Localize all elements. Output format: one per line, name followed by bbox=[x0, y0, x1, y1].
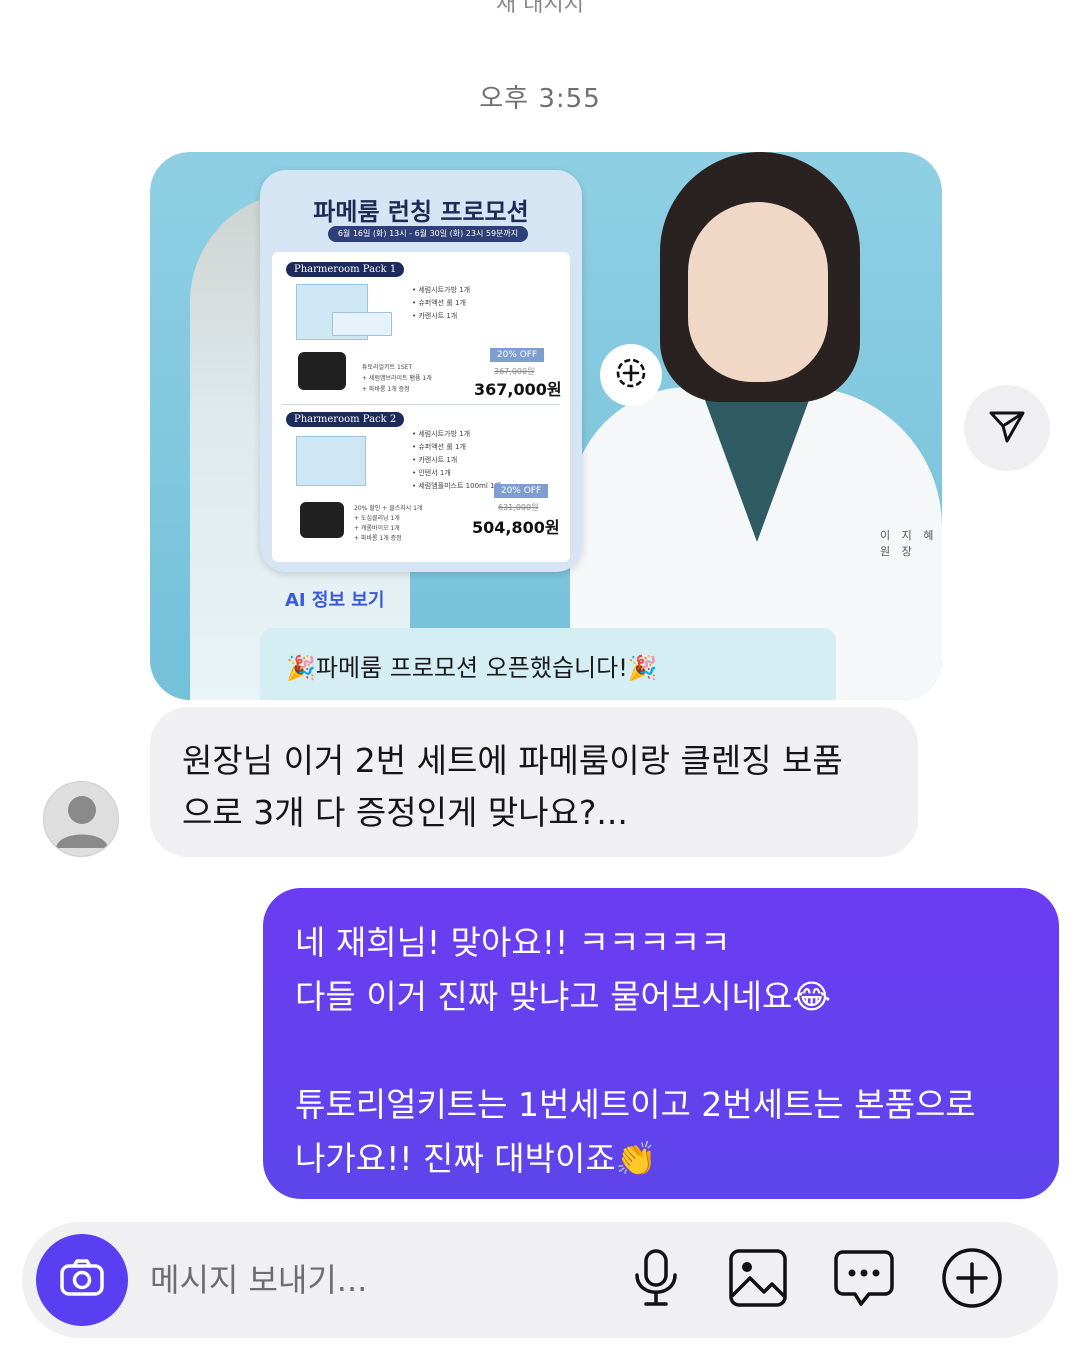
plus-circle-icon bbox=[941, 1247, 1003, 1313]
promo-title: 파메룸 런칭 프로모션 bbox=[313, 197, 529, 226]
image-icon bbox=[728, 1248, 788, 1312]
paper-plane-icon bbox=[985, 404, 1029, 452]
microphone-icon bbox=[631, 1248, 681, 1312]
pack2-items: • 세럼시트가방 1개 • 슈퍼액션 롤 1개 • 카렌시트 1개 • 인텐서 … bbox=[412, 430, 501, 490]
more-options-button[interactable] bbox=[936, 1244, 1008, 1316]
gallery-button[interactable] bbox=[722, 1244, 794, 1316]
ai-info-link[interactable]: AI 정보 보기 bbox=[285, 586, 384, 612]
promo-period: 6월 16일 (화) 13시 - 6월 30일 (화) 23시 59분까지 bbox=[328, 226, 528, 242]
sender-avatar[interactable] bbox=[43, 781, 119, 857]
outgoing-message-line: 다들 이거 진짜 맞냐고 물어보시네요😂 bbox=[295, 977, 831, 1016]
pack2-price: 504,800원 bbox=[472, 518, 560, 537]
share-forward-button[interactable] bbox=[964, 385, 1050, 471]
laughing-tears-emoji-icon: 😂 bbox=[792, 977, 831, 1016]
sticker-button[interactable] bbox=[828, 1244, 900, 1316]
promo-poster: 파메룸 런칭 프로모션 6월 16일 (화) 13시 - 6월 30일 (화) … bbox=[260, 170, 582, 572]
outgoing-message-line: 튜토리얼키트는 1번세트이고 2번세트는 본품으로 bbox=[295, 1085, 976, 1124]
outgoing-message-line: 나가요!! 진짜 대박이죠👏 bbox=[295, 1139, 657, 1178]
shared-post-card[interactable]: 이 지 혜 원 장 파메룸 런칭 프로모션 6월 16일 (화) 13시 - 6… bbox=[150, 152, 942, 700]
outgoing-message-line: 네 재희님! 맞아요!! ㅋㅋㅋㅋㅋ bbox=[295, 923, 731, 962]
promo-packs: Pharmeroom Pack 1 • 세럼시트가방 1개 • 슈퍼액션 롤 1… bbox=[272, 252, 570, 562]
pack2-name: Pharmeroom Pack 2 bbox=[286, 412, 405, 427]
pack2-extra-items: 20% 할인 + 클스지시 1개 + 도심클리닝 1개 + 캐롬바이오 1개 +… bbox=[354, 505, 423, 542]
incoming-message-line: 원장님 이거 2번 세트에 파메룸이랑 클렌징 보품 bbox=[182, 741, 843, 780]
message-input[interactable] bbox=[150, 1258, 610, 1302]
party-popper-icon-right: 🎉 bbox=[627, 654, 658, 682]
doctor-photo: 이 지 혜 원 장 bbox=[570, 152, 942, 700]
party-popper-icon: 🎉 bbox=[286, 654, 316, 682]
incoming-message-line: 으로 3개 다 증정인게 맞나요?... bbox=[182, 793, 628, 832]
chat-bubble-icon bbox=[833, 1248, 895, 1312]
outgoing-message-bubble[interactable]: 네 재희님! 맞아요!! ㅋㅋㅋㅋㅋ 다들 이거 진짜 맞냐고 물어보시네요😂 … bbox=[263, 888, 1059, 1199]
pack2-bag-image bbox=[300, 502, 344, 538]
voice-message-button[interactable] bbox=[620, 1244, 692, 1316]
doctor-name-tag: 이 지 혜 원 장 bbox=[880, 529, 938, 558]
pack2-discount-badge: 20% OFF bbox=[494, 484, 548, 498]
camera-icon bbox=[59, 1258, 105, 1302]
message-timestamp: 오후 3:55 bbox=[479, 84, 601, 114]
camera-button[interactable] bbox=[36, 1234, 128, 1326]
header-partial-label: 새 대시지 bbox=[496, 0, 584, 17]
clapping-hands-emoji-icon: 👏 bbox=[615, 1139, 657, 1178]
pack1-discount-badge: 20% OFF bbox=[490, 348, 544, 362]
pack2-original-price: 631,000원 bbox=[498, 503, 539, 512]
pack1-items: • 세럼시트가방 1개 • 슈퍼액션 롤 1개 • 카렌시트 1개 bbox=[412, 286, 471, 320]
pack1-extra-items: 튜토리얼키트 1SET + 세럼앰브라이트 팸퓸 1개 + 파바롱 1개 증정 bbox=[362, 364, 432, 393]
save-to-collection-button[interactable] bbox=[600, 344, 662, 406]
pack1-price: 367,000원 bbox=[474, 380, 562, 399]
post-caption: 🎉파메룸 프로모션 오픈했습니다!🎉 bbox=[260, 628, 836, 700]
add-dashed-circle-icon bbox=[613, 355, 649, 395]
message-composer bbox=[22, 1222, 1058, 1338]
pack1-bag-image bbox=[298, 352, 346, 390]
incoming-message-bubble[interactable]: 원장님 이거 2번 세트에 파메룸이랑 클렌징 보품 으로 3개 다 증정인게 … bbox=[150, 707, 918, 857]
pack1-name: Pharmeroom Pack 1 bbox=[286, 262, 405, 277]
pack2-product-image bbox=[296, 436, 366, 486]
